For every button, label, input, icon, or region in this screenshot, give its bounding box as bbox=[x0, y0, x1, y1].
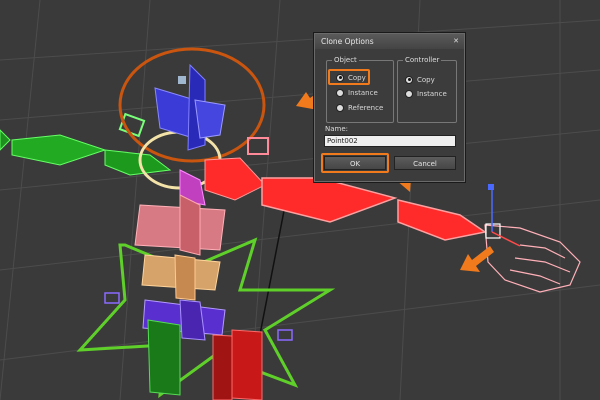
controller-copy-radio[interactable]: Copy bbox=[405, 74, 435, 85]
controller-copy-label: Copy bbox=[417, 75, 435, 84]
controller-group-label: Controller bbox=[403, 56, 442, 64]
arrow-to-hand bbox=[460, 246, 494, 272]
radio-indicator bbox=[336, 73, 344, 82]
clone-options-dialog: Clone Options ✕ Object Copy Instance Ref… bbox=[313, 32, 466, 183]
close-icon[interactable]: ✕ bbox=[450, 36, 462, 46]
object-copy-label: Copy bbox=[348, 73, 366, 82]
dialog-title: Clone Options bbox=[321, 37, 374, 46]
object-copy-radio[interactable]: Copy bbox=[336, 72, 366, 83]
viewport-scene bbox=[0, 0, 600, 400]
controller-instance-label: Instance bbox=[417, 89, 447, 98]
radio-indicator bbox=[336, 88, 344, 97]
cancel-button[interactable]: Cancel bbox=[394, 156, 456, 170]
object-group-label: Object bbox=[332, 56, 359, 64]
head-bones[interactable] bbox=[154, 63, 226, 151]
dialog-titlebar[interactable]: Clone Options ✕ bbox=[315, 34, 464, 49]
hand-bones[interactable] bbox=[484, 223, 581, 293]
left-arm-bones[interactable] bbox=[0, 112, 172, 176]
radio-indicator bbox=[405, 75, 413, 84]
name-field[interactable] bbox=[324, 135, 456, 147]
object-instance-radio[interactable]: Instance bbox=[336, 87, 378, 98]
object-reference-label: Reference bbox=[348, 103, 384, 112]
transform-gizmo[interactable] bbox=[488, 184, 521, 247]
controller-instance-radio[interactable]: Instance bbox=[405, 88, 447, 99]
object-reference-radio[interactable]: Reference bbox=[336, 102, 383, 113]
name-label: Name: bbox=[325, 125, 349, 133]
radio-indicator bbox=[405, 89, 413, 98]
3d-viewport[interactable]: Clone Options ✕ Object Copy Instance Ref… bbox=[0, 0, 600, 400]
radio-indicator bbox=[336, 103, 344, 112]
ok-button[interactable]: OK bbox=[324, 156, 386, 170]
object-instance-label: Instance bbox=[348, 88, 378, 97]
